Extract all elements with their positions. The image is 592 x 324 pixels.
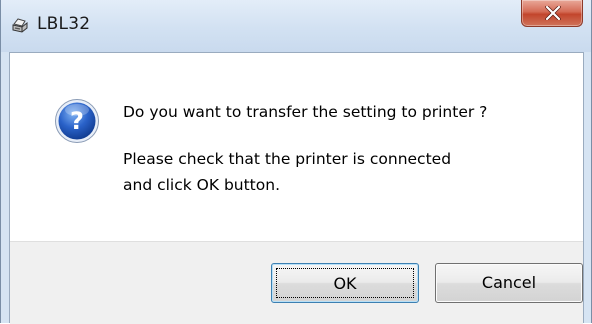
title-bar[interactable]: LBL32	[1, 0, 591, 52]
question-icon: ?	[54, 98, 100, 144]
dialog-body: ? Do you want to transfer the setting to…	[9, 52, 584, 324]
close-button[interactable]	[521, 0, 583, 27]
message-area: ? Do you want to transfer the setting to…	[10, 53, 583, 241]
button-bar: OK Cancel	[10, 241, 583, 324]
instruction-text-line2: and click OK button.	[123, 176, 280, 194]
printer-app-icon[interactable]	[10, 16, 30, 36]
ok-button-label: OK	[276, 268, 414, 298]
ok-button[interactable]: OK	[271, 263, 419, 303]
close-icon	[545, 6, 561, 20]
cancel-button[interactable]: Cancel	[435, 263, 583, 303]
dialog-window: LBL32 ? Do you want to transfer the sett…	[0, 0, 592, 324]
question-text: Do you want to transfer the setting to p…	[123, 103, 488, 121]
svg-text:?: ?	[70, 107, 84, 135]
instruction-text-line1: Please check that the printer is connect…	[123, 150, 452, 168]
window-title: LBL32	[37, 14, 91, 34]
